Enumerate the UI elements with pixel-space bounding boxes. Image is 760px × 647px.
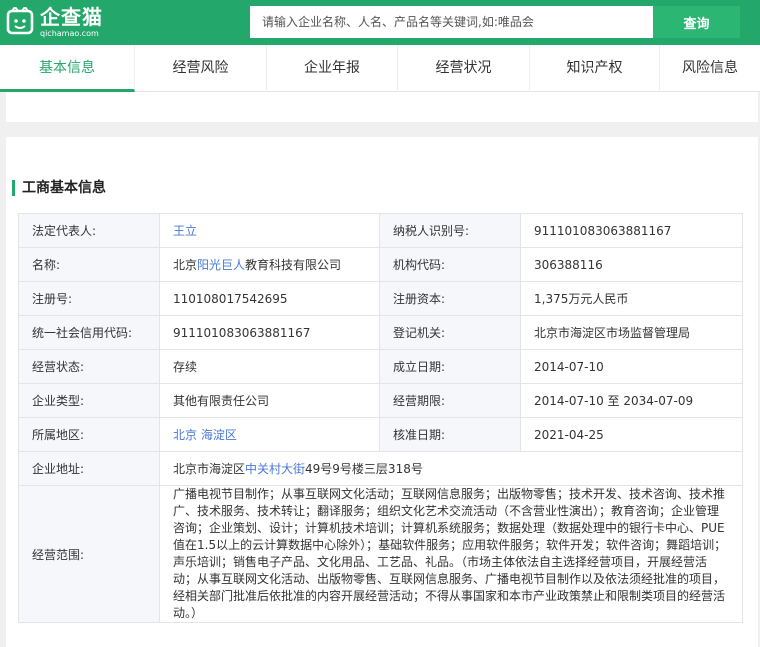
company-type-label: 企业类型:	[18, 383, 160, 418]
reg-capital-label: 注册资本:	[379, 281, 521, 316]
established-value: 2014-07-10	[520, 349, 743, 384]
table-row: 法定代表人: 王立 纳税人识别号: 911101083063881167	[18, 213, 743, 248]
table-row: 企业地址: 北京市海淀区中关村大街49号9号楼三层318号	[18, 451, 743, 486]
business-info-table: 法定代表人: 王立 纳税人识别号: 911101083063881167 名称:…	[18, 213, 743, 623]
credit-code-label: 统一社会信用代码:	[18, 315, 160, 350]
established-label: 成立日期:	[379, 349, 521, 384]
region-value: 北京 海淀区	[159, 417, 380, 452]
legal-rep-label: 法定代表人:	[18, 213, 160, 248]
address-label: 企业地址:	[18, 451, 160, 486]
reg-no-value: 110108017542695	[159, 281, 380, 316]
brand-name: 企查猫	[40, 5, 103, 29]
table-row: 注册号: 110108017542695 注册资本: 1,375万元人民币	[18, 281, 743, 316]
reg-authority-value: 北京市海淀区市场监督管理局	[520, 315, 743, 350]
taxpayer-id-value: 911101083063881167	[520, 213, 743, 248]
reg-authority-label: 登记机关:	[379, 315, 521, 350]
taxpayer-id-label: 纳税人识别号:	[379, 213, 521, 248]
address-prefix: 北京市海淀区	[173, 462, 246, 476]
org-code-value: 306388116	[520, 247, 743, 282]
tab-ip[interactable]: 知识产权	[530, 45, 660, 92]
company-name-value: 北京阳光巨人教育科技有限公司	[159, 247, 380, 282]
status-value: 存续	[159, 349, 380, 384]
reg-capital-value: 1,375万元人民币	[520, 281, 743, 316]
org-code-label: 机构代码:	[379, 247, 521, 282]
table-row: 统一社会信用代码: 911101083063881167 登记机关: 北京市海淀…	[18, 315, 743, 350]
company-name-highlight[interactable]: 阳光巨人	[197, 258, 245, 272]
region-label: 所属地区:	[18, 417, 160, 452]
legal-rep-link[interactable]: 王立	[173, 224, 197, 238]
cat-logo-icon	[6, 7, 34, 35]
address-suffix: 49号9号楼三层318号	[305, 462, 423, 476]
table-row: 名称: 北京阳光巨人教育科技有限公司 机构代码: 306388116	[18, 247, 743, 282]
table-row: 企业类型: 其他有限责任公司 经营期限: 2014-07-10 至 2034-0…	[18, 383, 743, 418]
tab-annual-report[interactable]: 企业年报	[267, 45, 398, 92]
table-row: 经营状态: 存续 成立日期: 2014-07-10	[18, 349, 743, 384]
tab-risk-info[interactable]: 风险信息	[660, 45, 760, 92]
table-row: 所属地区: 北京 海淀区 核准日期: 2021-04-25	[18, 417, 743, 452]
table-row: 经营范围: 广播电视节目制作；从事互联网文化活动；互联网信息服务；出版物零售；技…	[18, 485, 743, 623]
section-accent-bar	[12, 180, 15, 196]
company-name-label: 名称:	[18, 247, 160, 282]
tab-business-risk[interactable]: 经营风险	[135, 45, 267, 92]
company-type-value: 其他有限责任公司	[159, 383, 380, 418]
approval-date-label: 核准日期:	[379, 417, 521, 452]
scope-value: 广播电视节目制作；从事互联网文化活动；互联网信息服务；出版物零售；技术开发、技术…	[159, 485, 743, 623]
tab-basic-info[interactable]: 基本信息	[0, 45, 135, 92]
section-title: 工商基本信息	[22, 180, 106, 196]
company-name-suffix: 教育科技有限公司	[245, 258, 342, 272]
search-button[interactable]: 查询	[653, 6, 740, 38]
company-name-prefix: 北京	[173, 258, 198, 272]
region-district-link[interactable]: 海淀区	[201, 428, 237, 442]
term-value: 2014-07-10 至 2034-07-09	[520, 383, 743, 418]
tab-business-status[interactable]: 经营状况	[398, 45, 530, 92]
legal-rep-value: 王立	[159, 213, 380, 248]
term-label: 经营期限:	[379, 383, 521, 418]
credit-code-value: 911101083063881167	[159, 315, 380, 350]
approval-date-value: 2021-04-25	[520, 417, 743, 452]
address-value: 北京市海淀区中关村大街49号9号楼三层318号	[159, 451, 743, 486]
brand-logo[interactable]: 企查猫 qichamao.com	[6, 5, 116, 39]
brand-domain: qichamao.com	[40, 29, 99, 38]
top-header: 企查猫 qichamao.com 查询	[0, 0, 760, 45]
previous-card	[6, 92, 758, 122]
scope-label: 经营范围:	[18, 485, 160, 623]
main-nav: 基本信息 经营风险 企业年报 经营状况 知识产权 风险信息	[0, 45, 760, 92]
reg-no-label: 注册号:	[18, 281, 160, 316]
address-highlight[interactable]: 中关村大街	[245, 462, 305, 476]
status-label: 经营状态:	[18, 349, 160, 384]
search-input[interactable]	[250, 6, 653, 38]
region-city-link[interactable]: 北京	[173, 428, 197, 442]
